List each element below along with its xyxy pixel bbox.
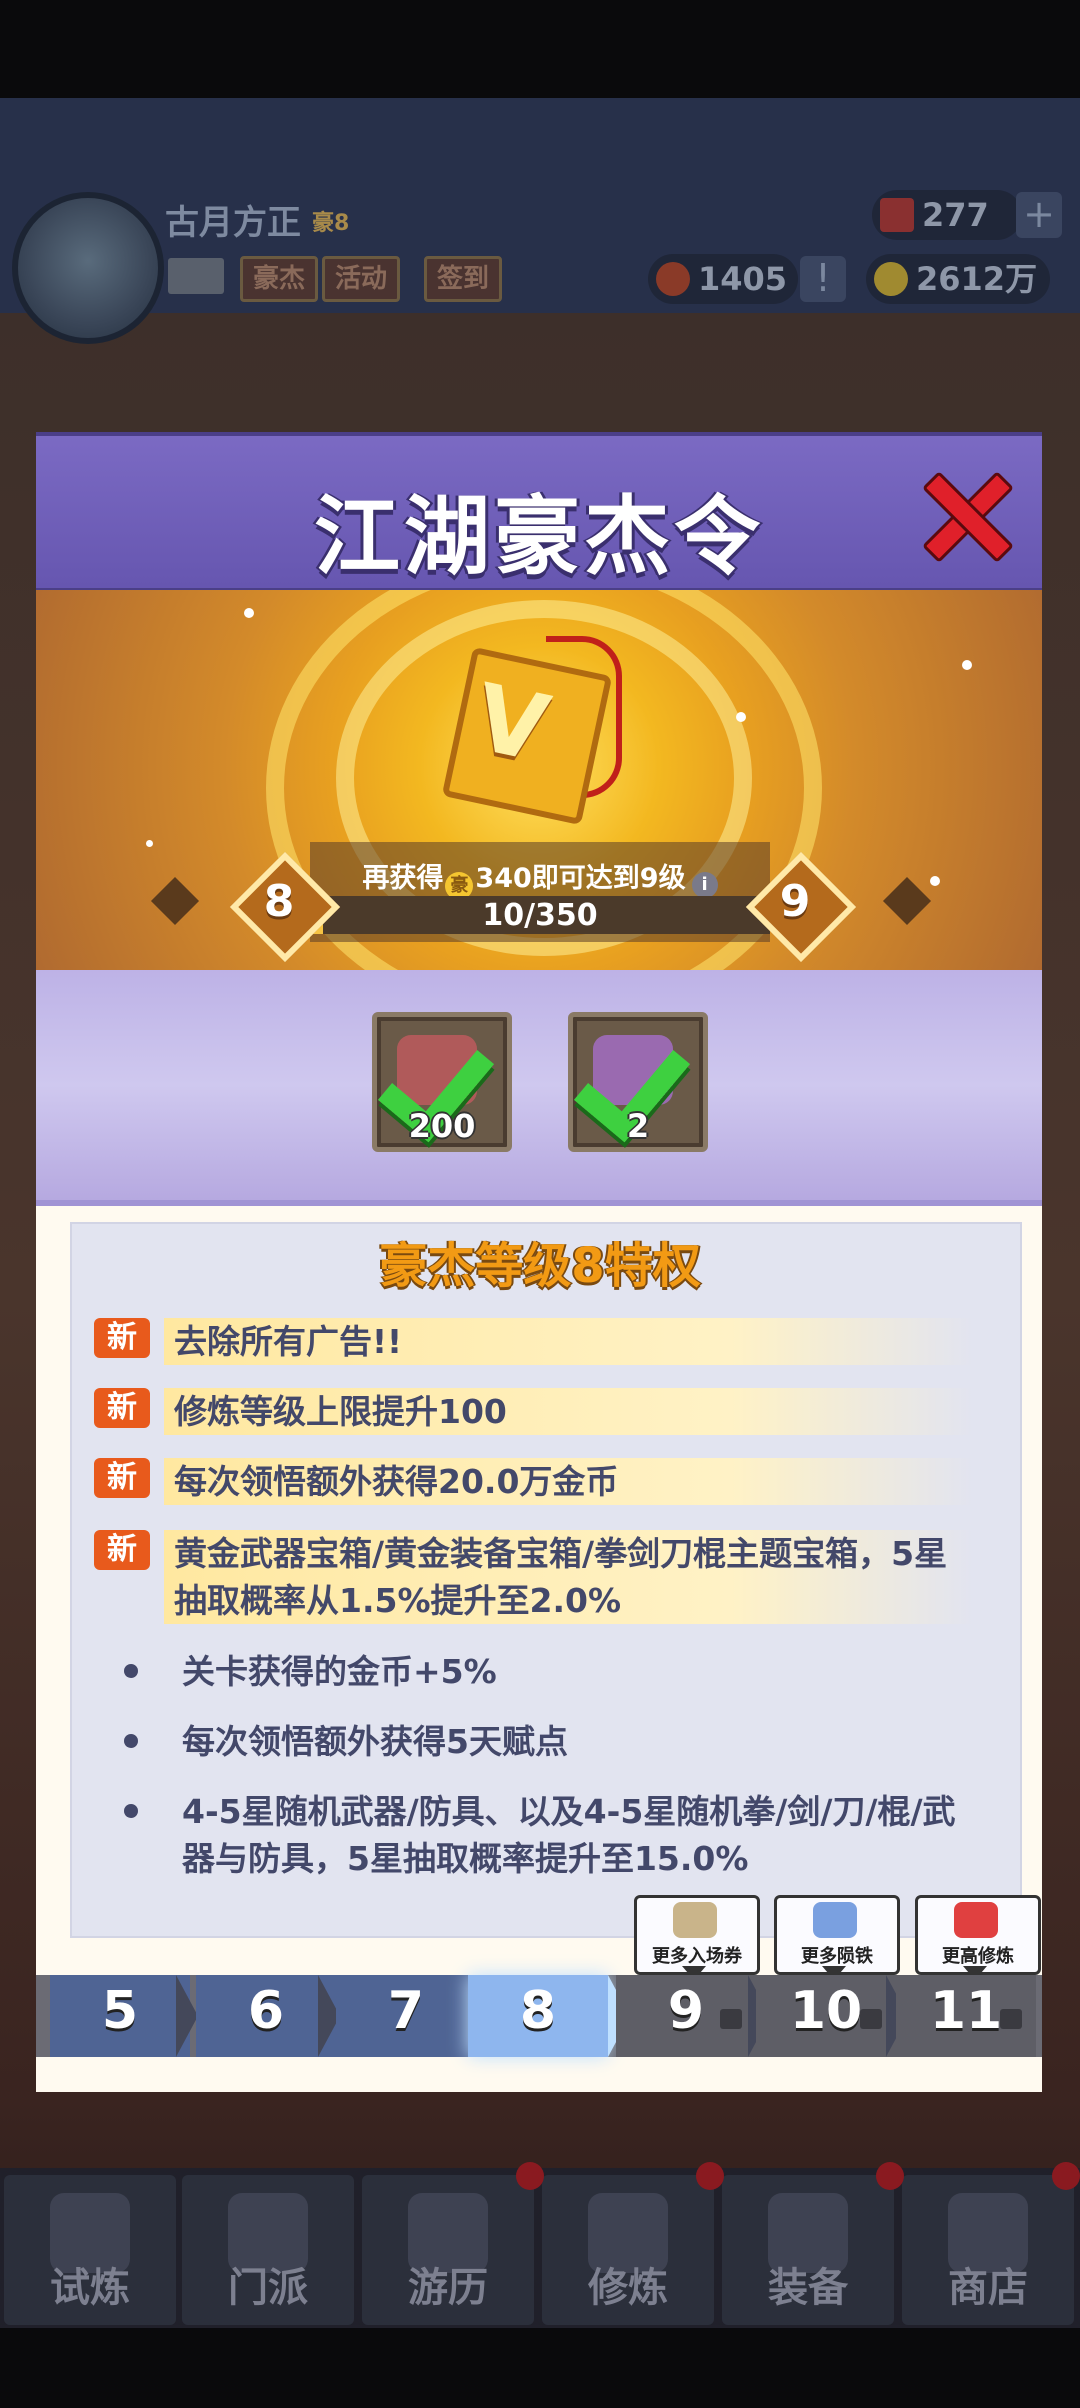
- ruby-icon: [880, 198, 914, 232]
- lock-icon: [720, 2009, 742, 2029]
- notification-dot: [876, 2162, 904, 2190]
- tab-travel[interactable]: 游历: [362, 2175, 534, 2325]
- tier-bonus-tickets: 更多入场券: [634, 1895, 760, 1975]
- medal-counter: 1405: [648, 254, 798, 304]
- player-name: 古月方正: [165, 203, 301, 243]
- modal-title: 江湖豪杰令: [314, 487, 764, 587]
- progress-value: 10/350: [482, 898, 598, 933]
- new-badge: 新: [94, 1318, 150, 1358]
- reward-slot-token[interactable]: 2: [568, 1012, 708, 1152]
- reward-slot-ruby[interactable]: 200: [372, 1012, 512, 1152]
- gold-coin-icon: [874, 262, 908, 296]
- tab-shop[interactable]: 商店: [902, 2175, 1074, 2325]
- level-rewards: [36, 970, 1042, 1206]
- notification-dot: [516, 2162, 544, 2190]
- new-badge: 新: [94, 1530, 150, 1570]
- medal-icon: [656, 262, 690, 296]
- tab-equipment[interactable]: 装备: [722, 2175, 894, 2325]
- info-icon[interactable]: i: [691, 872, 718, 898]
- tier-5[interactable]: 5: [50, 1975, 190, 2057]
- tier-9-locked[interactable]: 9: [616, 1975, 756, 2057]
- header-button-signin[interactable]: 签到: [424, 256, 503, 302]
- tab-trial[interactable]: 试炼: [4, 2175, 176, 2325]
- lock-icon: [1000, 2009, 1022, 2029]
- bullet: [124, 1804, 138, 1818]
- player-avatar[interactable]: [12, 192, 164, 344]
- gold-counter: 2612万: [866, 254, 1050, 304]
- tier-bonus-iron: 更多陨铁: [774, 1895, 900, 1975]
- meteor-iron-icon: [813, 1902, 857, 1938]
- tier-10-locked[interactable]: 10: [756, 1975, 896, 2057]
- new-badge: 新: [94, 1458, 150, 1498]
- privilege-title: 豪杰等级8特权: [379, 1238, 701, 1294]
- tab-sect[interactable]: 门派: [182, 2175, 354, 2325]
- notification-dot: [696, 2162, 724, 2190]
- close-button[interactable]: [920, 470, 1014, 563]
- tier-8-current[interactable]: 8: [468, 1975, 608, 2057]
- add-ruby-button[interactable]: +: [1016, 192, 1062, 238]
- medal-alert-button[interactable]: !: [800, 256, 846, 302]
- bullet: [124, 1664, 138, 1678]
- tier-11-locked[interactable]: 11: [896, 1975, 1036, 2057]
- heart-sword-icon: [954, 1902, 998, 1938]
- tier-7[interactable]: 7: [336, 1975, 476, 2057]
- next-level: 9: [779, 876, 811, 927]
- modal-title-bar: 江湖豪杰令: [36, 432, 1042, 594]
- notification-dot: [1052, 2162, 1080, 2190]
- bullet: [124, 1734, 138, 1748]
- ticket-icon: [673, 1902, 717, 1938]
- new-badge: 新: [94, 1388, 150, 1428]
- mail-icon[interactable]: [168, 258, 224, 294]
- tab-cultivate[interactable]: 修炼: [542, 2175, 714, 2325]
- lock-icon: [860, 2009, 882, 2029]
- header-button-haojie[interactable]: 豪杰: [240, 256, 319, 302]
- ruby-counter: 277: [872, 190, 1022, 240]
- tier-6[interactable]: 6: [196, 1975, 336, 2057]
- player-rank: 豪8: [312, 211, 350, 236]
- current-level: 8: [263, 876, 295, 927]
- header-button-activity[interactable]: 活动: [322, 256, 401, 302]
- hero-token-icon: V: [441, 636, 622, 826]
- tier-bonus-cultivate: 更高修炼: [915, 1895, 1041, 1975]
